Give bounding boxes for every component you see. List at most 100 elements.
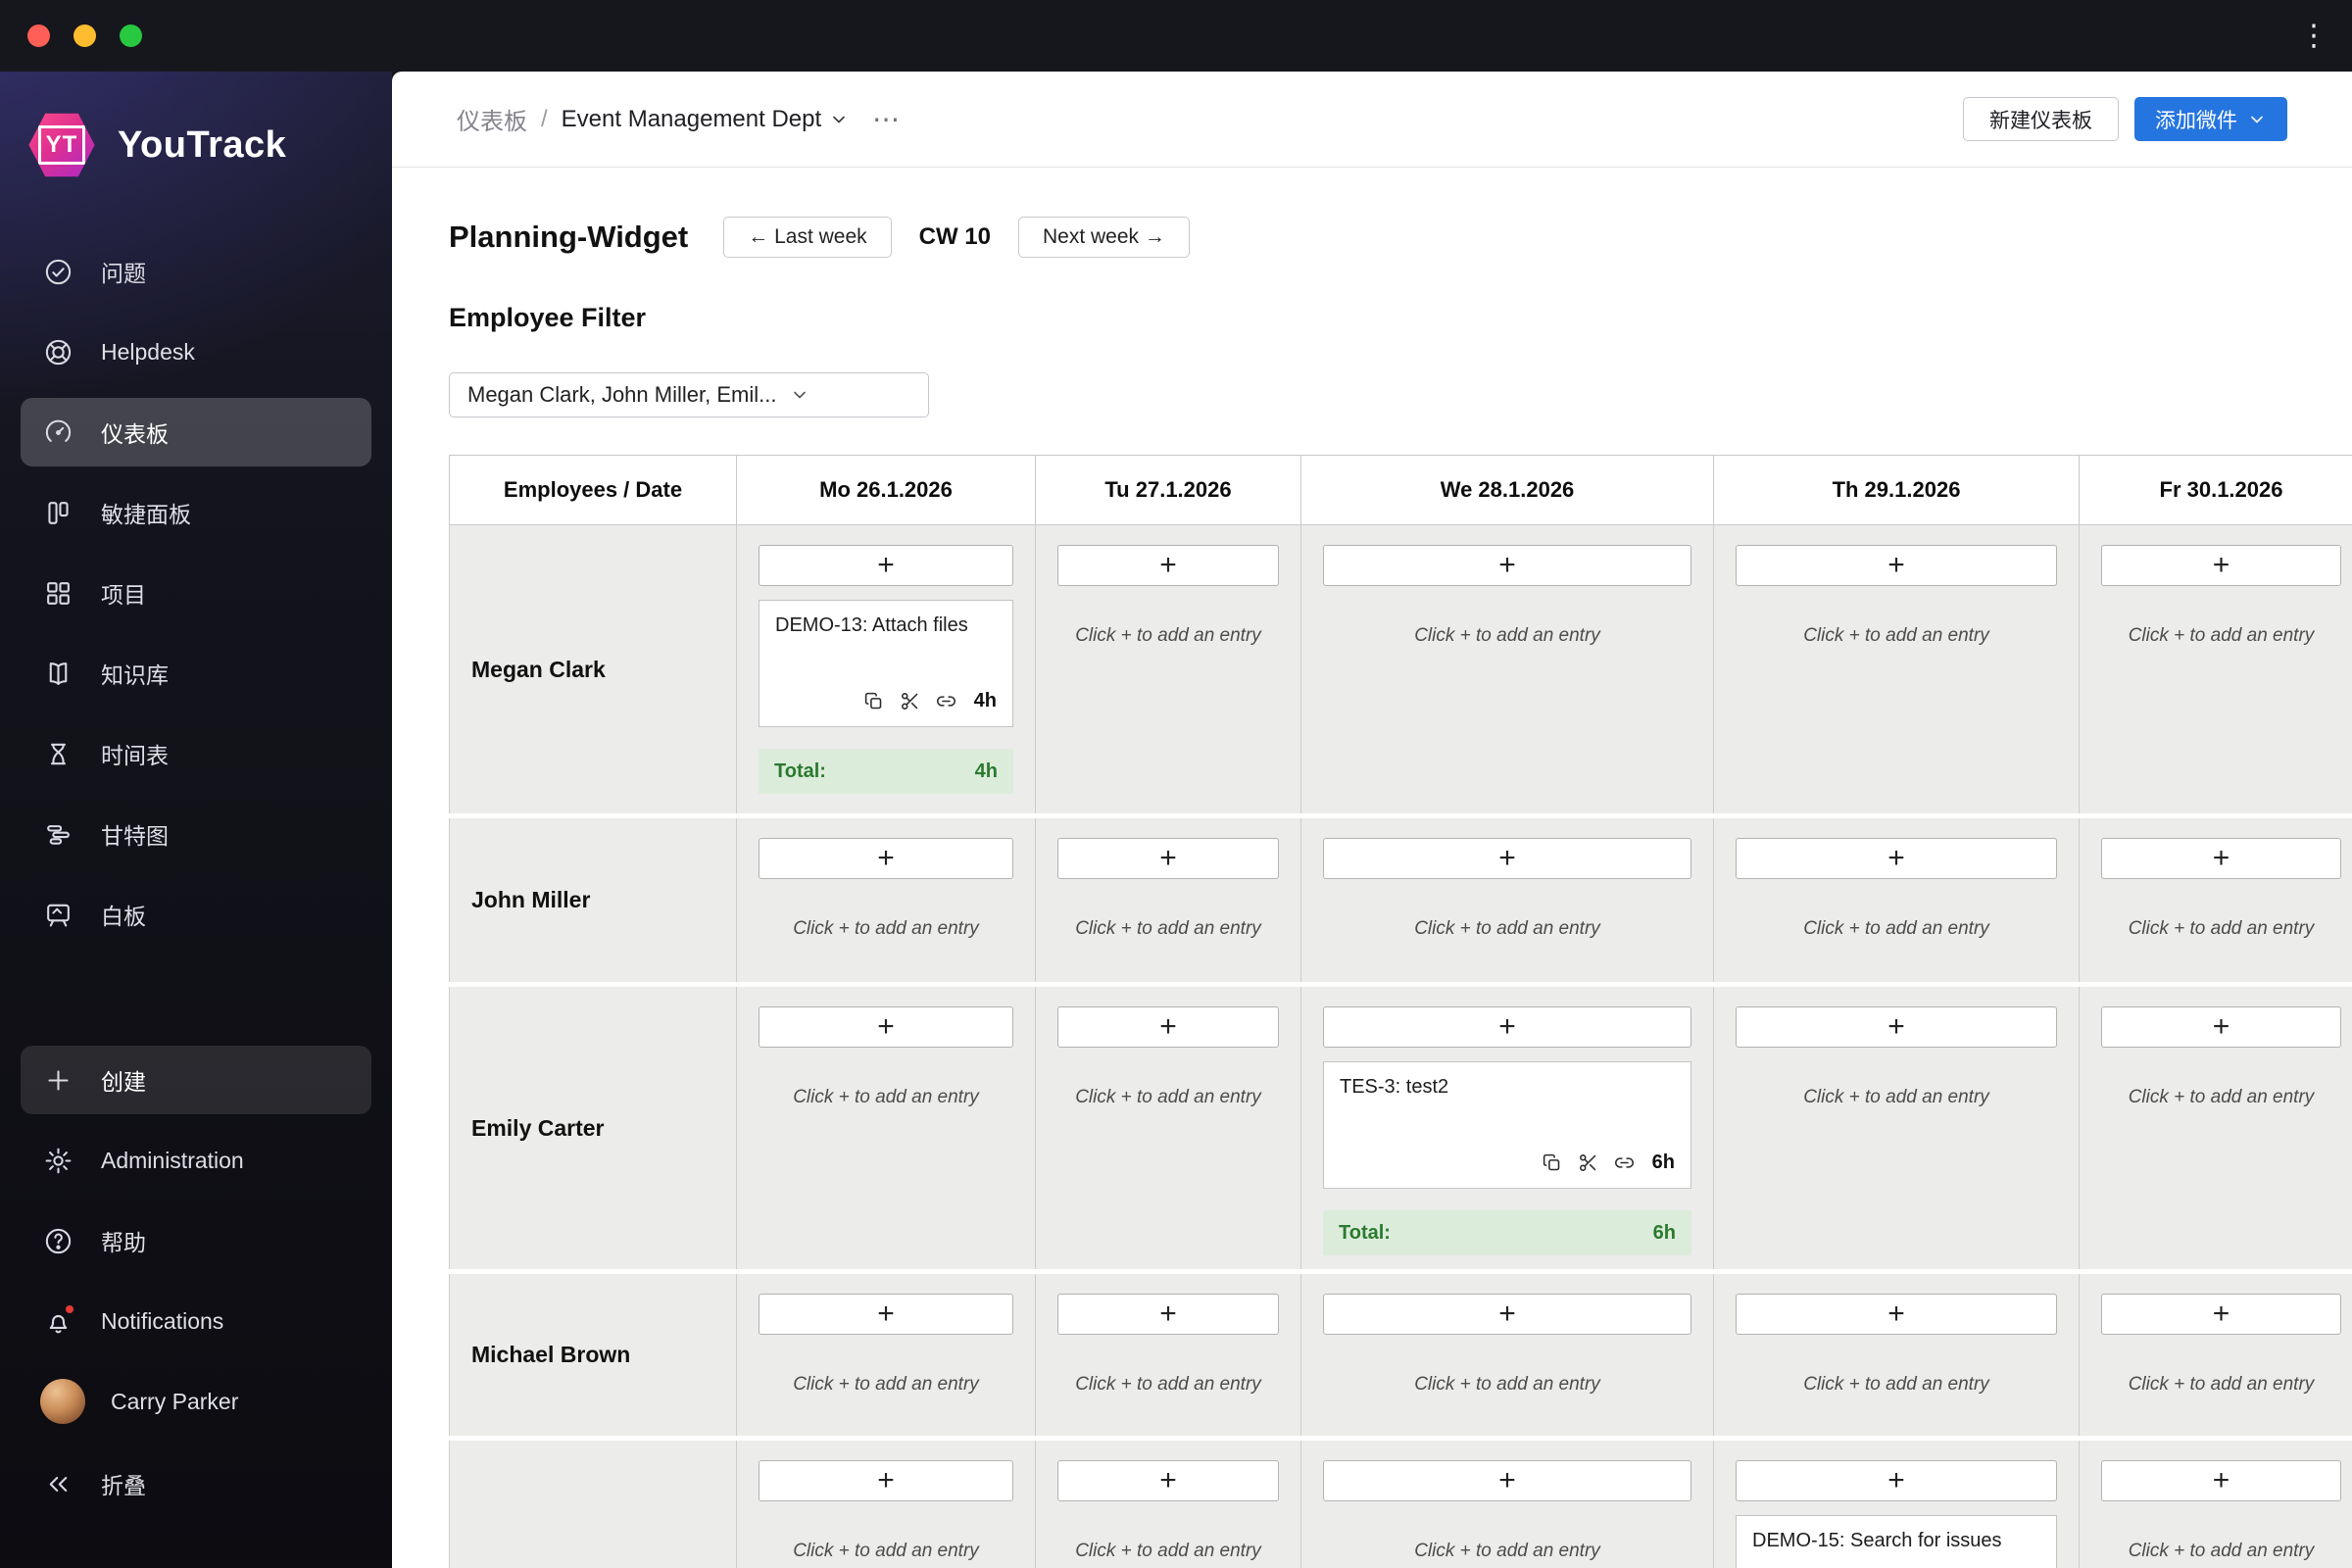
add-entry-button[interactable]: +: [1057, 1460, 1279, 1501]
empty-cell-hint: Click + to add an entry: [1075, 918, 1261, 939]
add-entry-button[interactable]: +: [2101, 838, 2341, 879]
empty-cell-hint: Click + to add an entry: [793, 1087, 979, 1107]
timesheet-cell: + Click + to add an entry: [737, 1274, 1036, 1436]
empty-cell-hint: Click + to add an entry: [2128, 1541, 2315, 1561]
create-button[interactable]: 创建: [21, 1046, 371, 1114]
sidebar-item-issues[interactable]: 问题: [21, 237, 371, 306]
add-widget-button[interactable]: 添加微件: [2134, 97, 2287, 141]
sidebar-item-label: Helpdesk: [101, 338, 195, 365]
table-row: Michael Brown + Click + to add an entry …: [449, 1274, 2352, 1436]
add-entry-button[interactable]: +: [1736, 545, 2057, 586]
empty-cell-hint: Click + to add an entry: [1803, 1087, 1989, 1107]
employee-name-cell: Megan Clark: [449, 525, 737, 813]
add-entry-button[interactable]: +: [1736, 1006, 2057, 1048]
table-row: John Miller + Click + to add an entry + …: [449, 818, 2352, 982]
sidebar-item-dashboards[interactable]: 仪表板: [21, 398, 371, 466]
minimize-button[interactable]: [74, 24, 96, 47]
sidebar-item-gantt-charts[interactable]: 甘特图: [21, 800, 371, 868]
sidebar-collapse-button[interactable]: 折叠: [21, 1449, 371, 1518]
employee-filter-select[interactable]: Megan Clark, John Miller, Emil...: [449, 372, 929, 417]
sidebar-item-profile[interactable]: Carry Parker: [21, 1367, 371, 1436]
zoom-button[interactable]: [120, 24, 142, 47]
link-icon[interactable]: [936, 691, 956, 711]
add-entry-button[interactable]: +: [759, 838, 1013, 879]
empty-cell-hint: Click + to add an entry: [1803, 1374, 1989, 1395]
add-entry-button[interactable]: +: [759, 545, 1013, 586]
sidebar-item-projects[interactable]: 项目: [21, 559, 371, 627]
close-button[interactable]: [27, 24, 50, 47]
add-entry-button[interactable]: +: [759, 1460, 1013, 1501]
dashboards-icon: [40, 415, 75, 450]
link-icon[interactable]: [1614, 1152, 1635, 1173]
timesheet-cell: + Click + to add an entry: [1036, 987, 1301, 1269]
timesheet-cell: + Click + to add an entry: [1301, 1441, 1714, 1568]
next-week-button[interactable]: Next week →: [1018, 217, 1190, 258]
add-entry-button[interactable]: +: [2101, 1294, 2341, 1335]
entry-card[interactable]: DEMO-13: Attach files 4h: [759, 600, 1013, 727]
timesheet-cell: + Click + to add an entry: [1301, 525, 1714, 813]
hourglass-icon: [40, 736, 75, 771]
add-entry-button[interactable]: +: [1323, 838, 1691, 879]
add-entry-button[interactable]: +: [1057, 545, 1279, 586]
timesheet-cell: + Click + to add an entry: [2080, 987, 2352, 1269]
avatar: [40, 1379, 85, 1424]
sidebar-nav: 问题 Helpdesk 仪表板 敏捷面板 项目 知识库 时间表 甘特图 白板: [0, 237, 392, 949]
timesheet-cell: + Click + to add an entry: [2080, 1274, 2352, 1436]
sidebar-item-label: 问题: [101, 261, 146, 286]
total-label: Total:: [774, 760, 826, 782]
breadcrumb-dashboards-link[interactable]: 仪表板: [457, 102, 527, 136]
copy-icon[interactable]: [1542, 1152, 1562, 1173]
youtrack-logo[interactable]: YT YouTrack: [27, 111, 392, 179]
entry-title: DEMO-15: Search for issues: [1752, 1530, 2002, 1551]
book-icon: [40, 656, 75, 691]
add-entry-button[interactable]: +: [1736, 1294, 2057, 1335]
timesheet-cell: + Click + to add an entry: [1714, 525, 2080, 813]
cut-icon[interactable]: [900, 691, 920, 711]
sidebar-item-administration[interactable]: Administration: [21, 1126, 371, 1195]
copy-icon[interactable]: [863, 691, 884, 711]
add-entry-button[interactable]: +: [2101, 1006, 2341, 1048]
add-entry-button[interactable]: +: [1057, 1294, 1279, 1335]
sidebar-item-timesheets[interactable]: 时间表: [21, 719, 371, 788]
add-entry-button[interactable]: +: [759, 1294, 1013, 1335]
timesheet-cell: + Click + to add an entry: [1301, 1274, 1714, 1436]
total-hours: 6h: [1652, 1221, 1676, 1244]
timesheet-cell: + Click + to add an entry: [1714, 1274, 2080, 1436]
empty-cell-hint: Click + to add an entry: [1075, 1541, 1261, 1561]
breadcrumb-current[interactable]: Event Management Dept: [562, 106, 850, 133]
new-dashboard-button[interactable]: 新建仪表板: [1963, 97, 2119, 141]
add-entry-button[interactable]: +: [1736, 1460, 2057, 1501]
breadcrumb-current-label: Event Management Dept: [561, 105, 822, 132]
add-entry-button[interactable]: +: [2101, 1460, 2341, 1501]
plus-icon: [40, 1062, 75, 1098]
entry-card[interactable]: TES-3: test2 6h: [1323, 1061, 1691, 1189]
planning-table: Employees / Date Mo 26.1.2026 Tu 27.1.20…: [449, 455, 2352, 1568]
add-entry-button[interactable]: +: [1323, 545, 1691, 586]
cut-icon[interactable]: [1578, 1152, 1598, 1173]
column-header-friday: Fr 30.1.2026: [2080, 455, 2352, 525]
sidebar-item-notifications[interactable]: Notifications: [21, 1287, 371, 1355]
last-week-button[interactable]: ← Last week: [723, 217, 892, 258]
add-entry-button[interactable]: +: [1323, 1460, 1691, 1501]
sidebar-item-helpdesk[interactable]: Helpdesk: [21, 318, 371, 386]
entry-hours: 4h: [973, 690, 997, 711]
sidebar-item-whiteboards[interactable]: 白板: [21, 880, 371, 949]
add-entry-button[interactable]: +: [1323, 1006, 1691, 1048]
add-entry-button[interactable]: +: [2101, 545, 2341, 586]
collapse-icon: [40, 1466, 75, 1501]
add-entry-button[interactable]: +: [1736, 838, 2057, 879]
sidebar-item-knowledge-base[interactable]: 知识库: [21, 639, 371, 708]
empty-cell-hint: Click + to add an entry: [1075, 1087, 1261, 1107]
agile-board-icon: [40, 495, 75, 530]
add-entry-button[interactable]: +: [1057, 1006, 1279, 1048]
sidebar-item-help[interactable]: 帮助: [21, 1206, 371, 1275]
empty-cell-hint: Click + to add an entry: [793, 1541, 979, 1561]
window-menu-icon[interactable]: ⋮: [2299, 21, 2328, 51]
timesheet-cell: + Click + to add an entry: [1714, 818, 2080, 982]
sidebar-item-agile-boards[interactable]: 敏捷面板: [21, 478, 371, 547]
entry-card[interactable]: DEMO-15: Search for issues: [1736, 1515, 2057, 1568]
sidebar-item-label: Notifications: [101, 1307, 224, 1334]
add-entry-button[interactable]: +: [759, 1006, 1013, 1048]
add-entry-button[interactable]: +: [1323, 1294, 1691, 1335]
add-entry-button[interactable]: +: [1057, 838, 1279, 879]
